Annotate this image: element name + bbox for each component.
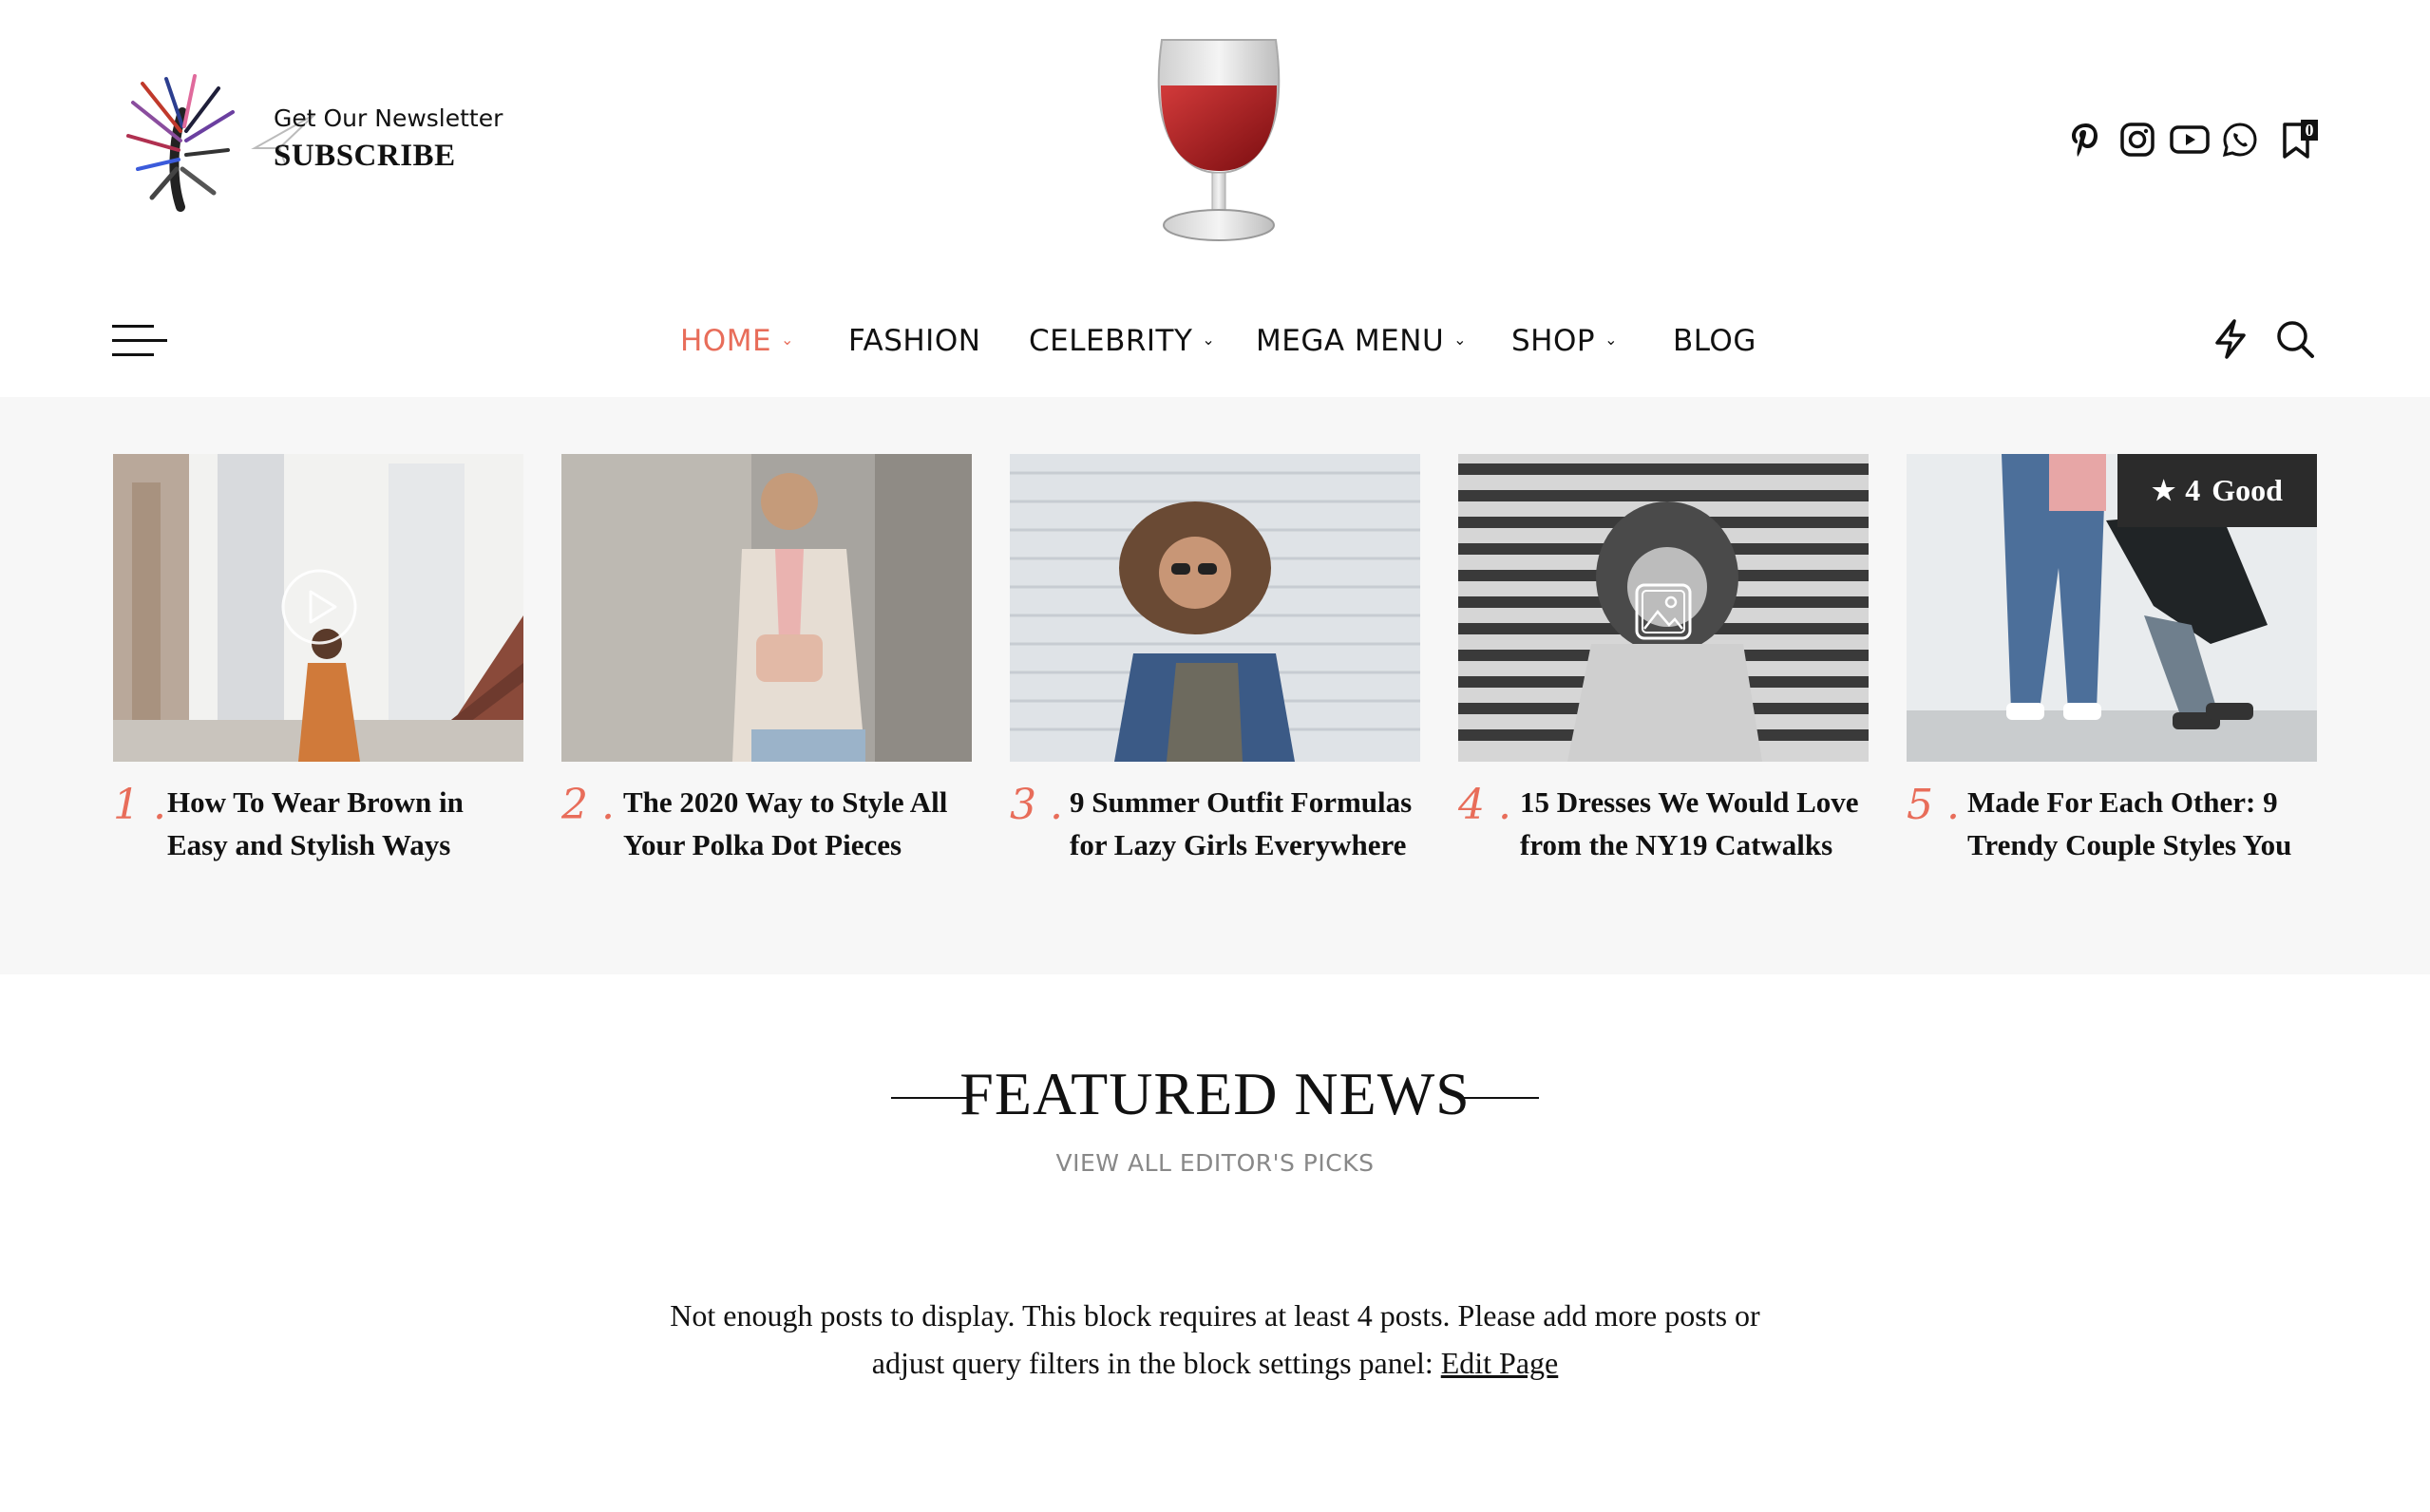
- post-thumbnail[interactable]: [113, 454, 523, 762]
- post-rank: 1 .: [113, 781, 166, 829]
- nav-item-label: CELEBRITY: [1029, 324, 1193, 358]
- post-thumbnail[interactable]: ★ 4 Good: [1907, 454, 2317, 762]
- whatsapp-icon[interactable]: [2221, 116, 2259, 163]
- nav-item-shop[interactable]: SHOP ⌄: [1511, 317, 1618, 365]
- youtube-icon[interactable]: [2169, 116, 2211, 163]
- post-thumbnail[interactable]: [1458, 454, 1869, 762]
- bookmark-count-badge: 0: [2301, 120, 2318, 141]
- subscribe-link[interactable]: SUBSCRIBE: [274, 139, 456, 174]
- rating-badge: ★ 4 Good: [2117, 454, 2317, 527]
- notice-text: Not enough posts to display. This block …: [670, 1298, 1760, 1380]
- post-title[interactable]: 9 Summer Outfit Formulas for Lazy Girls …: [1070, 781, 1431, 866]
- edit-page-link[interactable]: Edit Page: [1441, 1346, 1559, 1380]
- post-thumbnail[interactable]: [561, 454, 972, 762]
- nav-item-label: SHOP: [1511, 324, 1596, 358]
- main-navigation: HOME ⌄ FASHION CELEBRITY ⌄ MEGA MENU ⌄ S…: [0, 317, 2430, 365]
- post-title[interactable]: 15 Dresses We Would Love from the NY19 C…: [1520, 781, 1881, 866]
- rating-value: 4: [2185, 473, 2201, 507]
- nav-item-blog[interactable]: BLOG: [1673, 317, 1756, 365]
- block-notice: Not enough posts to display. This block …: [645, 1292, 1785, 1387]
- post-rank: 3 .: [1010, 781, 1063, 829]
- nav-item-label: BLOG: [1673, 324, 1756, 358]
- post-title[interactable]: The 2020 Way to Style All Your Polka Dot…: [623, 781, 984, 866]
- rating-label: Good: [2212, 473, 2283, 507]
- star-icon: ★: [2152, 476, 2176, 506]
- post-rank: 5 .: [1907, 781, 1960, 829]
- nav-item-label: HOME: [680, 324, 772, 358]
- post-thumbnail[interactable]: [1010, 454, 1420, 762]
- nav-item-label: MEGA MENU: [1256, 324, 1445, 358]
- nav-item-fashion[interactable]: FASHION: [848, 317, 980, 365]
- post-title[interactable]: How To Wear Brown in Easy and Stylish Wa…: [167, 781, 528, 866]
- instagram-icon[interactable]: [2118, 116, 2156, 163]
- chevron-down-icon: ⌄: [1202, 330, 1216, 349]
- chevron-down-icon: ⌄: [781, 330, 794, 349]
- site-logo-wine-glass-icon[interactable]: [1148, 30, 1290, 249]
- bookmark-icon[interactable]: 0: [2274, 116, 2318, 163]
- view-all-editors-picks-link[interactable]: VIEW ALL EDITOR'S PICKS: [0, 1149, 2430, 1177]
- nav-item-label: FASHION: [848, 324, 981, 358]
- gallery-icon[interactable]: [1631, 579, 1696, 644]
- featured-news-heading: FEATURED NEWS: [959, 1060, 1471, 1127]
- post-rank: 2 .: [561, 781, 615, 829]
- chevron-down-icon: ⌄: [1453, 330, 1468, 349]
- post-card[interactable]: 3 . 9 Summer Outfit Formulas for Lazy Gi…: [1010, 454, 1420, 861]
- site-header: Get Our Newsletter SUBSCRIBE 0 HOME ⌄ FA…: [0, 0, 2430, 397]
- nav-item-mega-menu[interactable]: MEGA MENU ⌄: [1256, 317, 1467, 365]
- post-card[interactable]: 4 . 15 Dresses We Would Love from the NY…: [1458, 454, 1869, 861]
- post-card[interactable]: 1 . How To Wear Brown in Easy and Stylis…: [113, 454, 523, 861]
- lightning-icon[interactable]: [2206, 313, 2255, 365]
- newsletter-logo-icon[interactable]: [123, 74, 237, 215]
- post-rank: 4 .: [1458, 781, 1511, 829]
- post-card[interactable]: 2 . The 2020 Way to Style All Your Polka…: [561, 454, 972, 861]
- search-icon[interactable]: [2270, 313, 2320, 365]
- post-title[interactable]: Made For Each Other: 9 Trendy Couple Sty…: [1967, 781, 2328, 866]
- play-icon[interactable]: [280, 568, 358, 646]
- pinterest-icon[interactable]: [2067, 116, 2105, 163]
- newsletter-label: Get Our Newsletter: [274, 104, 503, 132]
- chevron-down-icon: ⌄: [1604, 330, 1618, 349]
- post-card[interactable]: ★ 4 Good 5 . Made For Each Other: 9 Tren…: [1907, 454, 2317, 861]
- nav-item-celebrity[interactable]: CELEBRITY ⌄: [1029, 317, 1215, 365]
- nav-item-home[interactable]: HOME ⌄: [680, 317, 794, 365]
